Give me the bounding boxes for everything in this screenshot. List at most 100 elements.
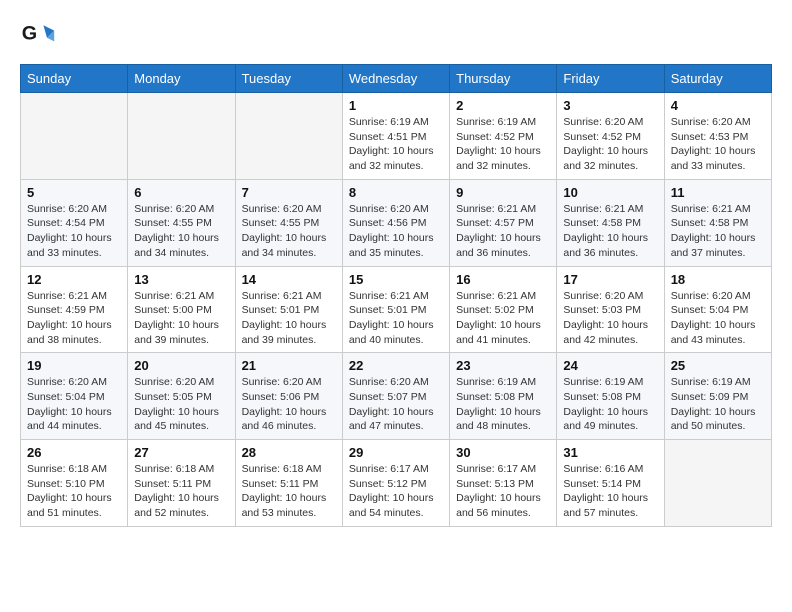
calendar-cell: 27Sunrise: 6:18 AMSunset: 5:11 PMDayligh… <box>128 440 235 527</box>
day-header-wednesday: Wednesday <box>342 65 449 93</box>
calendar-cell <box>664 440 771 527</box>
day-info: Sunrise: 6:18 AMSunset: 5:11 PMDaylight:… <box>134 462 228 521</box>
calendar-table: SundayMondayTuesdayWednesdayThursdayFrid… <box>20 64 772 527</box>
day-info: Sunrise: 6:20 AMSunset: 5:05 PMDaylight:… <box>134 375 228 434</box>
calendar-week-1: 1 Sunrise: 6:19 AMSunset: 4:51 PMDaylight… <box>21 93 772 180</box>
calendar-cell: 12 Sunrise: 6:21 AMSunset: 4:59 PMDayligh… <box>21 266 128 353</box>
calendar-cell: 8Sunrise: 6:20 AMSunset: 4:56 PMDaylight… <box>342 179 449 266</box>
calendar-cell: 28Sunrise: 6:18 AMSunset: 5:11 PMDayligh… <box>235 440 342 527</box>
calendar-cell: 13 Sunrise: 6:21 AMSunset: 5:00 PMDayligh… <box>128 266 235 353</box>
day-info: Sunrise: 6:19 AMSunset: 4:52 PMDaylight:… <box>456 115 550 174</box>
day-info: Sunrise: 6:17 AMSunset: 5:13 PMDaylight:… <box>456 462 550 521</box>
day-info: Sunrise: 6:19 AMSunset: 5:08 PMDaylight:… <box>456 375 550 434</box>
day-info: Sunrise: 6:21 AMSunset: 4:58 PMDaylight:… <box>671 202 765 261</box>
calendar-cell: 9Sunrise: 6:21 AMSunset: 4:57 PMDaylight… <box>450 179 557 266</box>
day-number: 13 <box>134 272 228 287</box>
calendar-cell: 11 Sunrise: 6:21 AMSunset: 4:58 PMDayligh… <box>664 179 771 266</box>
day-number: 23 <box>456 358 550 373</box>
day-info: Sunrise: 6:18 AMSunset: 5:11 PMDaylight:… <box>242 462 336 521</box>
calendar-cell: 4 Sunrise: 6:20 AMSunset: 4:53 PMDaylight… <box>664 93 771 180</box>
calendar-cell: 24 Sunrise: 6:19 AMSunset: 5:08 PMDayligh… <box>557 353 664 440</box>
calendar-cell: 30 Sunrise: 6:17 AMSunset: 5:13 PMDayligh… <box>450 440 557 527</box>
day-info: Sunrise: 6:19 AMSunset: 5:09 PMDaylight:… <box>671 375 765 434</box>
day-number: 25 <box>671 358 765 373</box>
day-number: 21 <box>242 358 336 373</box>
day-number: 2 <box>456 98 550 113</box>
svg-text:G: G <box>22 23 37 45</box>
day-header-tuesday: Tuesday <box>235 65 342 93</box>
day-header-saturday: Saturday <box>664 65 771 93</box>
calendar-cell <box>128 93 235 180</box>
day-number: 19 <box>27 358 121 373</box>
calendar-cell: 1 Sunrise: 6:19 AMSunset: 4:51 PMDaylight… <box>342 93 449 180</box>
calendar-week-4: 19Sunrise: 6:20 AMSunset: 5:04 PMDayligh… <box>21 353 772 440</box>
day-number: 26 <box>27 445 121 460</box>
day-number: 1 <box>349 98 443 113</box>
calendar-cell: 26 Sunrise: 6:18 AMSunset: 5:10 PMDayligh… <box>21 440 128 527</box>
day-info: Sunrise: 6:20 AMSunset: 5:03 PMDaylight:… <box>563 289 657 348</box>
day-info: Sunrise: 6:19 AMSunset: 5:08 PMDaylight:… <box>563 375 657 434</box>
day-info: Sunrise: 6:21 AMSunset: 4:57 PMDaylight:… <box>456 202 550 261</box>
calendar-cell: 22 Sunrise: 6:20 AMSunset: 5:07 PMDayligh… <box>342 353 449 440</box>
day-number: 14 <box>242 272 336 287</box>
calendar-cell: 25 Sunrise: 6:19 AMSunset: 5:09 PMDayligh… <box>664 353 771 440</box>
day-number: 6 <box>134 185 228 200</box>
day-info: Sunrise: 6:20 AMSunset: 4:52 PMDaylight:… <box>563 115 657 174</box>
day-header-friday: Friday <box>557 65 664 93</box>
day-number: 3 <box>563 98 657 113</box>
calendar-cell: 7 Sunrise: 6:20 AMSunset: 4:55 PMDaylight… <box>235 179 342 266</box>
day-info: Sunrise: 6:21 AMSunset: 4:59 PMDaylight:… <box>27 289 121 348</box>
day-number: 8 <box>349 185 443 200</box>
day-number: 20 <box>134 358 228 373</box>
day-number: 30 <box>456 445 550 460</box>
calendar-cell: 14 Sunrise: 6:21 AMSunset: 5:01 PMDayligh… <box>235 266 342 353</box>
day-number: 5 <box>27 185 121 200</box>
day-number: 4 <box>671 98 765 113</box>
calendar-header-row: SundayMondayTuesdayWednesdayThursdayFrid… <box>21 65 772 93</box>
day-info: Sunrise: 6:18 AMSunset: 5:10 PMDaylight:… <box>27 462 121 521</box>
day-info: Sunrise: 6:20 AMSunset: 4:55 PMDaylight:… <box>242 202 336 261</box>
day-number: 16 <box>456 272 550 287</box>
day-number: 15 <box>349 272 443 287</box>
day-info: Sunrise: 6:20 AMSunset: 5:04 PMDaylight:… <box>671 289 765 348</box>
day-info: Sunrise: 6:21 AMSunset: 5:02 PMDaylight:… <box>456 289 550 348</box>
logo-icon: G <box>20 18 56 54</box>
day-info: Sunrise: 6:19 AMSunset: 4:51 PMDaylight:… <box>349 115 443 174</box>
calendar-cell: 20 Sunrise: 6:20 AMSunset: 5:05 PMDayligh… <box>128 353 235 440</box>
calendar-cell: 19Sunrise: 6:20 AMSunset: 5:04 PMDayligh… <box>21 353 128 440</box>
day-header-thursday: Thursday <box>450 65 557 93</box>
day-number: 31 <box>563 445 657 460</box>
day-number: 18 <box>671 272 765 287</box>
calendar-cell: 29Sunrise: 6:17 AMSunset: 5:12 PMDayligh… <box>342 440 449 527</box>
day-info: Sunrise: 6:21 AMSunset: 4:58 PMDaylight:… <box>563 202 657 261</box>
calendar-cell <box>21 93 128 180</box>
calendar-week-5: 26 Sunrise: 6:18 AMSunset: 5:10 PMDayligh… <box>21 440 772 527</box>
day-number: 22 <box>349 358 443 373</box>
calendar-cell: 31Sunrise: 6:16 AMSunset: 5:14 PMDayligh… <box>557 440 664 527</box>
calendar-cell: 18 Sunrise: 6:20 AMSunset: 5:04 PMDayligh… <box>664 266 771 353</box>
calendar-cell: 6 Sunrise: 6:20 AMSunset: 4:55 PMDaylight… <box>128 179 235 266</box>
day-info: Sunrise: 6:21 AMSunset: 5:01 PMDaylight:… <box>242 289 336 348</box>
day-number: 24 <box>563 358 657 373</box>
day-info: Sunrise: 6:20 AMSunset: 5:07 PMDaylight:… <box>349 375 443 434</box>
day-info: Sunrise: 6:17 AMSunset: 5:12 PMDaylight:… <box>349 462 443 521</box>
day-info: Sunrise: 6:20 AMSunset: 4:55 PMDaylight:… <box>134 202 228 261</box>
calendar-cell: 16 Sunrise: 6:21 AMSunset: 5:02 PMDayligh… <box>450 266 557 353</box>
day-info: Sunrise: 6:20 AMSunset: 4:53 PMDaylight:… <box>671 115 765 174</box>
calendar-cell: 5Sunrise: 6:20 AMSunset: 4:54 PMDaylight… <box>21 179 128 266</box>
day-number: 10 <box>563 185 657 200</box>
header: G <box>20 18 772 54</box>
page: G SundayMondayTuesdayWednesdayThursdayFr… <box>0 0 792 545</box>
calendar-cell: 17 Sunrise: 6:20 AMSunset: 5:03 PMDayligh… <box>557 266 664 353</box>
day-number: 12 <box>27 272 121 287</box>
calendar-cell: 15Sunrise: 6:21 AMSunset: 5:01 PMDayligh… <box>342 266 449 353</box>
day-number: 7 <box>242 185 336 200</box>
day-header-monday: Monday <box>128 65 235 93</box>
calendar-cell: 2 Sunrise: 6:19 AMSunset: 4:52 PMDaylight… <box>450 93 557 180</box>
day-number: 17 <box>563 272 657 287</box>
day-info: Sunrise: 6:21 AMSunset: 5:00 PMDaylight:… <box>134 289 228 348</box>
calendar-week-2: 5Sunrise: 6:20 AMSunset: 4:54 PMDaylight… <box>21 179 772 266</box>
day-number: 11 <box>671 185 765 200</box>
calendar-cell: 10 Sunrise: 6:21 AMSunset: 4:58 PMDayligh… <box>557 179 664 266</box>
calendar-cell: 3 Sunrise: 6:20 AMSunset: 4:52 PMDaylight… <box>557 93 664 180</box>
